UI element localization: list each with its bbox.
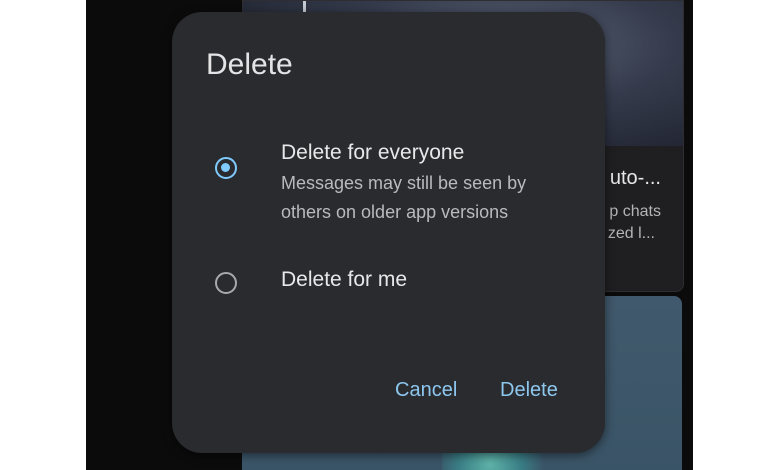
option-delete-for-me[interactable]: Delete for me <box>172 262 605 306</box>
option-delete-for-everyone[interactable]: Delete for everyone Messages may still b… <box>172 141 605 237</box>
delete-button[interactable]: Delete <box>500 379 558 402</box>
cancel-button[interactable]: Cancel <box>395 379 457 402</box>
option-description: Messages may still be seen by others on … <box>281 173 527 222</box>
radio-selected-icon[interactable] <box>215 157 237 179</box>
background-card-text: p chats <box>609 203 661 220</box>
delete-dialog: Delete Delete for everyone Messages may … <box>172 12 605 453</box>
option-label: Delete for everyone <box>281 141 465 164</box>
radio-unselected-icon[interactable] <box>215 272 237 294</box>
background-card-title: uto-... <box>609 167 661 189</box>
dialog-title: Delete <box>206 48 293 81</box>
background-card-text: zed l... <box>607 225 655 242</box>
option-label: Delete for me <box>281 268 408 291</box>
